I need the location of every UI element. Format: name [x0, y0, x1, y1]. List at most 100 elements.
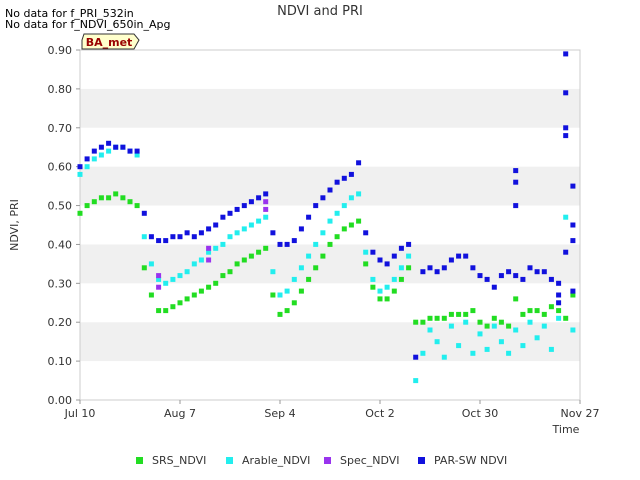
point-par-sw-ndvi — [513, 179, 519, 185]
point-spec-ndvi — [156, 273, 162, 279]
point-srs-ndvi — [120, 195, 126, 201]
point-arable-ndvi — [298, 265, 304, 271]
point-srs-ndvi — [477, 319, 483, 325]
y-tick-label: 0.90 — [48, 44, 73, 57]
point-arable-ndvi — [563, 214, 569, 220]
point-par-sw-ndvi — [570, 238, 576, 244]
point-srs-ndvi — [413, 319, 419, 325]
point-arable-ndvi — [106, 148, 112, 154]
point-srs-ndvi — [534, 308, 540, 314]
point-arable-ndvi — [448, 323, 454, 329]
point-par-sw-ndvi — [120, 144, 126, 150]
point-par-sw-ndvi — [456, 253, 462, 259]
point-srs-ndvi — [220, 273, 226, 279]
point-arable-ndvi — [527, 319, 533, 325]
point-par-sw-ndvi — [184, 230, 190, 236]
point-srs-ndvi — [306, 276, 312, 282]
point-srs-ndvi — [520, 311, 526, 317]
point-arable-ndvi — [391, 276, 397, 282]
point-par-sw-ndvi — [284, 241, 290, 247]
point-arable-ndvi — [84, 164, 90, 170]
point-arable-ndvi — [148, 261, 154, 267]
point-arable-ndvi — [377, 288, 383, 294]
point-par-sw-ndvi — [356, 160, 362, 166]
point-srs-ndvi — [320, 253, 326, 259]
point-par-sw-ndvi — [270, 230, 276, 236]
point-par-sw-ndvi — [570, 222, 576, 228]
point-par-sw-ndvi — [298, 226, 304, 232]
point-par-sw-ndvi — [513, 203, 519, 209]
point-srs-ndvi — [213, 280, 219, 286]
point-spec-ndvi — [263, 206, 269, 212]
y-tick-label: 0.60 — [48, 161, 73, 174]
legend-label-spec-ndvi: Spec_NDVI — [340, 454, 400, 467]
y-tick-label: 0.70 — [48, 122, 73, 135]
point-srs-ndvi — [556, 308, 562, 314]
point-srs-ndvi — [356, 218, 362, 224]
point-srs-ndvi — [134, 203, 140, 209]
point-par-sw-ndvi — [277, 241, 283, 247]
point-srs-ndvi — [563, 315, 569, 321]
point-arable-ndvi — [363, 249, 369, 255]
point-arable-ndvi — [370, 276, 376, 282]
point-srs-ndvi — [363, 261, 369, 267]
point-par-sw-ndvi — [513, 168, 519, 174]
point-srs-ndvi — [113, 191, 119, 197]
point-srs-ndvi — [420, 319, 426, 325]
point-par-sw-ndvi — [263, 191, 269, 197]
x-tick-label: Nov 27 — [561, 407, 600, 420]
point-spec-ndvi — [206, 257, 212, 263]
point-arable-ndvi — [277, 292, 283, 298]
point-par-sw-ndvi — [570, 288, 576, 294]
point-arable-ndvi — [241, 226, 247, 232]
point-srs-ndvi — [277, 311, 283, 317]
point-srs-ndvi — [377, 296, 383, 302]
point-srs-ndvi — [227, 269, 233, 275]
point-arable-ndvi — [334, 210, 340, 216]
point-srs-ndvi — [163, 308, 169, 314]
point-spec-ndvi — [263, 199, 269, 205]
point-par-sw-ndvi — [448, 257, 454, 263]
point-arable-ndvi — [170, 276, 176, 282]
x-tick-label: Aug 7 — [164, 407, 196, 420]
point-par-sw-ndvi — [334, 179, 340, 185]
y-tick-label: 0.50 — [48, 200, 73, 213]
point-par-sw-ndvi — [213, 222, 219, 228]
point-srs-ndvi — [506, 323, 512, 329]
point-srs-ndvi — [127, 199, 133, 205]
point-arable-ndvi — [398, 265, 404, 271]
point-par-sw-ndvi — [563, 90, 569, 96]
point-arable-ndvi — [198, 257, 204, 263]
point-arable-ndvi — [513, 327, 519, 333]
point-srs-ndvi — [448, 311, 454, 317]
point-srs-ndvi — [513, 296, 519, 302]
point-srs-ndvi — [398, 276, 404, 282]
point-srs-ndvi — [170, 304, 176, 310]
point-srs-ndvi — [77, 210, 83, 216]
x-axis-label: Time — [552, 423, 580, 436]
point-par-sw-ndvi — [291, 238, 297, 244]
point-arable-ndvi — [213, 245, 219, 251]
y-axis-ticks: 0.00 0.10 0.20 0.30 0.40 0.50 0.60 0.70 0.80 0.90 — [48, 44, 80, 407]
point-par-sw-ndvi — [548, 276, 554, 282]
point-par-sw-ndvi — [398, 245, 404, 251]
point-par-sw-ndvi — [141, 210, 147, 216]
point-par-sw-ndvi — [248, 199, 254, 205]
point-arable-ndvi — [477, 331, 483, 337]
point-srs-ndvi — [298, 288, 304, 294]
point-par-sw-ndvi — [556, 300, 562, 306]
point-arable-ndvi — [470, 350, 476, 356]
x-tick-label: Sep 4 — [264, 407, 295, 420]
point-par-sw-ndvi — [370, 249, 376, 255]
point-par-sw-ndvi — [406, 241, 412, 247]
y-tick-label: 0.40 — [48, 238, 73, 251]
point-srs-ndvi — [427, 315, 433, 321]
x-axis-ticks: Jul 10 Aug 7 Sep 4 Oct 2 Oct 30 Nov 27 — [64, 400, 600, 420]
point-arable-ndvi — [420, 350, 426, 356]
point-par-sw-ndvi — [320, 195, 326, 201]
point-par-sw-ndvi — [98, 144, 104, 150]
point-srs-ndvi — [463, 311, 469, 317]
point-arable-ndvi — [320, 230, 326, 236]
point-srs-ndvi — [391, 288, 397, 294]
x-tick-label: Jul 10 — [64, 407, 96, 420]
